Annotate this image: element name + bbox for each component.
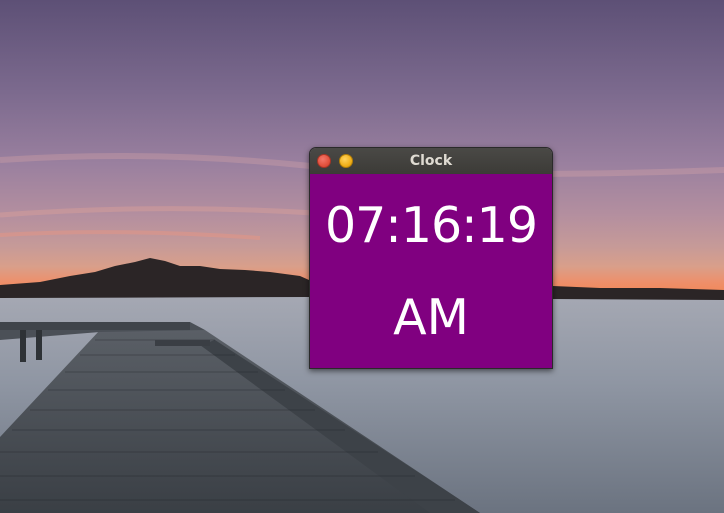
window-title: Clock xyxy=(409,153,453,169)
period-display: AM xyxy=(393,289,469,346)
time-display: 07:16:19 xyxy=(324,197,538,254)
desktop: Clock 07:16:19 AM xyxy=(0,0,724,513)
clock-window[interactable]: Clock 07:16:19 AM xyxy=(309,147,553,369)
clock-display: 07:16:19 AM xyxy=(310,174,552,368)
window-titlebar[interactable]: Clock xyxy=(310,148,552,174)
